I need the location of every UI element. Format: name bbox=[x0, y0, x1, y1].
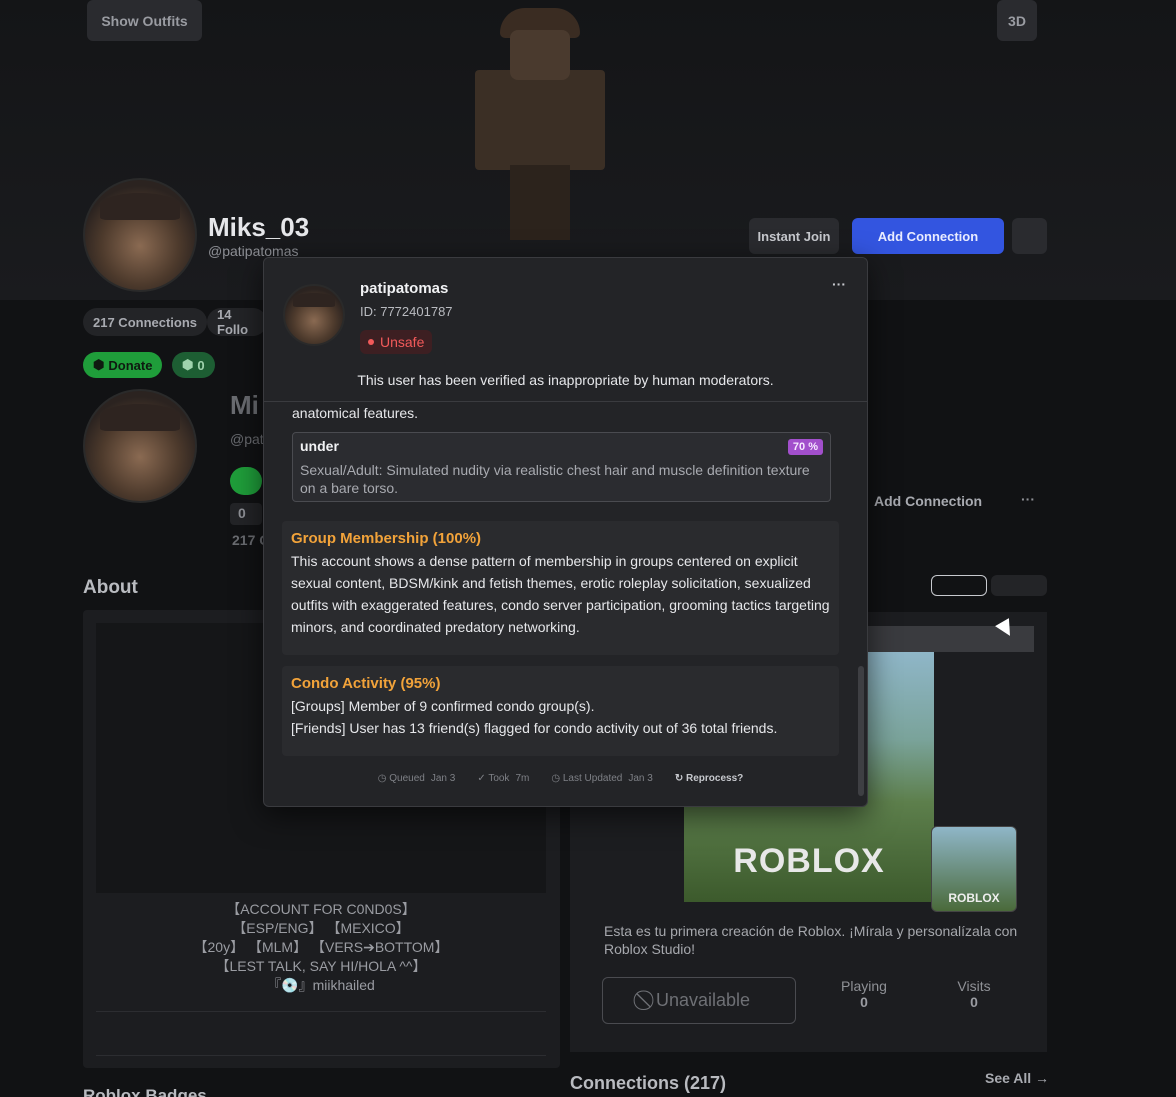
add-connection-button[interactable]: Add Connection bbox=[852, 218, 1004, 254]
robux-icon: ⬢ bbox=[182, 357, 194, 372]
moderation-message: This user has been verified as inappropr… bbox=[357, 372, 774, 388]
visits-value: 0 bbox=[970, 994, 978, 1010]
queued-info: ◷ Queued Jan 3 bbox=[378, 773, 456, 784]
display-name: Miks_03 bbox=[208, 212, 310, 242]
condo-activity-line: [Groups] Member of 9 confirmed condo gro… bbox=[291, 698, 595, 714]
status-dot-icon bbox=[368, 339, 374, 345]
popup-header: patipatomas ID: 7772401787 Unsafe This u… bbox=[264, 258, 867, 402]
queued-value: Jan 3 bbox=[430, 773, 456, 784]
unavailable-button[interactable]: ⃠ Unavailable bbox=[602, 977, 796, 1024]
count-chip-secondary: 0 bbox=[230, 503, 262, 525]
game-logo: ROBLOX bbox=[733, 842, 885, 880]
popup-scrollbar[interactable] bbox=[858, 666, 864, 796]
unavailable-label: Unavailable bbox=[655, 990, 751, 1010]
visits-label: Visits bbox=[957, 978, 991, 994]
took-value: 7m bbox=[515, 773, 530, 784]
connections-chip[interactable]: 217 Connections bbox=[83, 308, 208, 336]
followers-chip[interactable]: 14 Follo bbox=[207, 308, 267, 336]
refresh-icon: ↻ bbox=[674, 773, 686, 784]
clock-icon: ◷ bbox=[377, 773, 390, 784]
bio-line: 【ESP/ENG】 【MEXICO】 bbox=[232, 920, 410, 936]
show-outfits-button[interactable]: Show Outfits bbox=[87, 0, 202, 41]
visits-stat: Visits 0 bbox=[944, 978, 1004, 1010]
profile-avatar bbox=[83, 178, 197, 292]
check-icon: ✓ bbox=[477, 773, 489, 784]
more-options-button[interactable] bbox=[1012, 218, 1047, 254]
view-3d-button[interactable]: 3D bbox=[997, 0, 1037, 41]
robux-count-chip: ⬢ 0 bbox=[172, 352, 215, 378]
playing-label: Playing bbox=[841, 978, 887, 994]
updated-label: Last Updated bbox=[562, 773, 623, 784]
instant-join-button[interactable]: Instant Join bbox=[749, 218, 839, 254]
reprocess-button[interactable]: ↻ Reprocess? bbox=[675, 773, 743, 784]
see-all-link[interactable]: See All → bbox=[985, 1070, 1049, 1086]
popup-menu-button[interactable]: ··· bbox=[832, 276, 846, 292]
popup-user-id: ID: 7772401787 bbox=[360, 304, 453, 319]
game-mini-logo: ROBLOX bbox=[948, 891, 1000, 905]
reprocess-label: Reprocess? bbox=[686, 773, 744, 784]
popup-footer: ◷ Queued Jan 3 ✓ Took 7m ◷ Last Updated Jan… bbox=[282, 773, 839, 784]
popup-avatar bbox=[283, 284, 345, 346]
avatar-3d-figure bbox=[465, 0, 615, 240]
took-info: ✓ Took 7m bbox=[477, 773, 529, 784]
updated-info: ◷ Last Updated Jan 3 bbox=[551, 773, 652, 784]
playing-stat: Playing 0 bbox=[834, 978, 894, 1010]
view-toggle-grid[interactable] bbox=[991, 575, 1047, 596]
popup-username: patipatomas bbox=[360, 280, 449, 297]
bio-line: 【ACCOUNT FOR C0ND0S】 bbox=[226, 901, 416, 917]
clock-icon: ◷ bbox=[551, 773, 563, 784]
more-options-secondary[interactable]: ··· bbox=[1021, 491, 1035, 507]
unsafe-label: Unsafe bbox=[380, 334, 425, 350]
unsafe-badge: Unsafe bbox=[360, 330, 433, 354]
queued-label: Queued bbox=[389, 773, 425, 784]
condo-activity-title: Condo Activity (95%) bbox=[291, 675, 441, 692]
add-connection-secondary[interactable]: Add Connection bbox=[874, 493, 982, 509]
condo-activity-line: [Friends] User has 13 friend(s) flagged … bbox=[291, 720, 778, 736]
view-toggle-single[interactable] bbox=[931, 575, 987, 596]
updated-value: Jan 3 bbox=[628, 773, 653, 784]
about-divider bbox=[96, 1011, 546, 1012]
truncated-text: anatomical features. bbox=[292, 405, 419, 421]
group-membership-title: Group Membership (100%) bbox=[291, 530, 482, 547]
badges-title: Roblox Badges bbox=[83, 1086, 207, 1097]
bio-line: 『💿』miikhailed bbox=[267, 977, 375, 993]
about-bio: 【ACCOUNT FOR C0ND0S】 【ESP/ENG】 【MEXICO】 … bbox=[96, 900, 546, 995]
connections-title: Connections (217) bbox=[570, 1073, 727, 1093]
bio-line: 【20y】 【MLM】 【VERS➔BOTTOM】 bbox=[193, 939, 449, 955]
flag-text: Sexual/Adult: Simulated nudity via reali… bbox=[300, 462, 810, 496]
about-title: About bbox=[83, 577, 138, 598]
robux-count: 0 bbox=[197, 357, 205, 373]
game-description: Esta es tu primera creación de Roblox. ¡… bbox=[604, 923, 1018, 957]
flag-box: under 70 % Sexual/Adult: Simulated nudit… bbox=[292, 432, 831, 502]
donate-button-secondary[interactable] bbox=[230, 467, 262, 495]
robux-icon: ⬢ bbox=[93, 357, 105, 372]
took-label: Took bbox=[488, 773, 510, 784]
donate-label: Donate bbox=[108, 357, 153, 373]
donate-button[interactable]: ⬢ Donate bbox=[83, 352, 163, 378]
bio-line: 【LEST TALK, SAY HI/HOLA ^^】 bbox=[215, 958, 427, 974]
flag-title: under bbox=[300, 438, 339, 454]
group-membership-card: Group Membership (100%) This account sho… bbox=[282, 521, 839, 655]
playing-value: 0 bbox=[860, 994, 868, 1010]
username-secondary: @pat bbox=[230, 431, 264, 447]
display-name-secondary: Mi bbox=[230, 390, 259, 420]
condo-activity-card: Condo Activity (95%) [Groups] Member of … bbox=[282, 666, 839, 756]
moderation-popup: patipatomas ID: 7772401787 Unsafe This u… bbox=[263, 257, 868, 807]
flag-confidence-badge: 70 % bbox=[787, 439, 823, 455]
popup-scroll-area[interactable]: anatomical features. under 70 % Sexual/A… bbox=[282, 403, 840, 806]
about-divider bbox=[96, 1055, 546, 1056]
group-membership-text: This account shows a dense pattern of me… bbox=[291, 553, 830, 635]
profile-avatar-secondary bbox=[83, 389, 197, 503]
